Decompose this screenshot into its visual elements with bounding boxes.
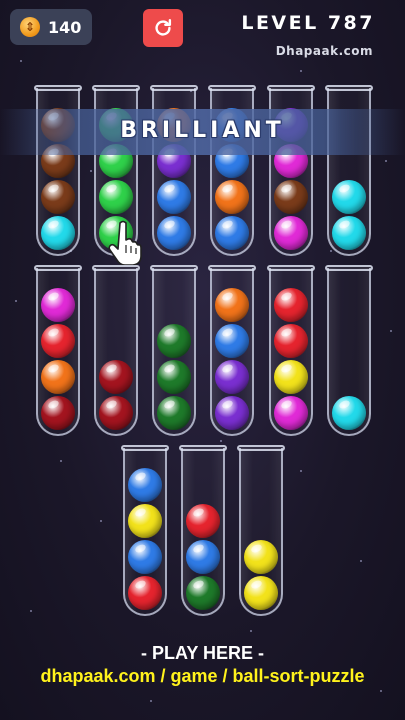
ball-yellow <box>128 504 162 538</box>
ball-blue <box>128 540 162 574</box>
ball-red <box>41 324 75 358</box>
star <box>20 60 22 62</box>
tube[interactable] <box>325 265 373 436</box>
tube-rim <box>237 445 285 451</box>
tube[interactable] <box>179 445 227 616</box>
ball-red <box>186 504 220 538</box>
tube[interactable] <box>208 265 256 436</box>
ball-darkred <box>41 396 75 430</box>
ball-orange <box>215 288 249 322</box>
tube[interactable] <box>237 445 285 616</box>
play-here-text: - PLAY HERE - <box>140 643 265 663</box>
star <box>300 470 302 472</box>
ball-blue <box>186 540 220 574</box>
tube-rim <box>150 265 198 271</box>
tube-rim <box>208 85 256 91</box>
tube-rim <box>121 445 169 451</box>
tube[interactable] <box>34 265 82 436</box>
star <box>100 520 102 522</box>
tube[interactable] <box>92 265 140 436</box>
tube-rim <box>34 85 82 91</box>
ball-cyan <box>332 180 366 214</box>
ball-darkgreen <box>186 576 220 610</box>
restart-icon <box>155 19 172 36</box>
tube-rim <box>325 85 373 91</box>
star <box>250 630 252 632</box>
tube[interactable] <box>150 265 198 436</box>
hand-pointer-icon <box>108 220 142 265</box>
ball-magenta <box>274 216 308 250</box>
star <box>300 70 302 72</box>
ball-cyan <box>41 216 75 250</box>
ball-darkred <box>99 396 133 430</box>
coin-icon: ⇕ <box>20 17 40 37</box>
star <box>390 330 392 332</box>
praise-text: BRILLIANT <box>120 118 285 143</box>
coin-counter: ⇕ 140 <box>10 9 92 45</box>
ball-blue <box>215 324 249 358</box>
tube-rim <box>325 265 373 271</box>
star <box>15 300 17 302</box>
ball-blue <box>157 216 191 250</box>
level-label: LEVEL 787 <box>241 12 375 34</box>
star <box>90 170 92 172</box>
star <box>330 250 332 252</box>
ball-red <box>128 576 162 610</box>
ball-darkgreen <box>157 396 191 430</box>
ball-blue <box>157 180 191 214</box>
ball-cyan <box>332 216 366 250</box>
star <box>30 610 32 612</box>
ball-green <box>99 180 133 214</box>
ball-red <box>274 288 308 322</box>
tube-rim <box>267 85 315 91</box>
ball-cyan <box>332 396 366 430</box>
restart-button[interactable] <box>143 9 183 47</box>
tube-rim <box>179 445 227 451</box>
star <box>60 460 62 462</box>
ball-orange <box>41 360 75 394</box>
tube[interactable] <box>267 265 315 436</box>
ball-yellow <box>244 540 278 574</box>
ball-red <box>274 324 308 358</box>
ball-darkgreen <box>157 324 191 358</box>
star <box>380 690 382 692</box>
tube-rim <box>150 85 198 91</box>
ball-yellow <box>274 360 308 394</box>
ball-brown <box>274 180 308 214</box>
tube[interactable] <box>121 445 169 616</box>
ball-darkgreen <box>157 360 191 394</box>
tube-rim <box>92 265 140 271</box>
tube-rim <box>92 85 140 91</box>
ball-magenta <box>41 288 75 322</box>
play-link[interactable]: dhapaak.com / game / ball-sort-puzzle <box>0 666 405 687</box>
ball-purple <box>215 360 249 394</box>
star <box>220 440 222 442</box>
tube-rim <box>34 265 82 271</box>
tube-rim <box>208 265 256 271</box>
ball-yellow <box>244 576 278 610</box>
star <box>360 560 362 562</box>
coin-count: 140 <box>48 17 82 37</box>
watermark-text: Dhapaak.com <box>275 44 373 58</box>
star <box>150 700 152 702</box>
star <box>385 160 387 162</box>
ball-blue <box>128 468 162 502</box>
ball-purple <box>215 396 249 430</box>
ball-brown <box>41 180 75 214</box>
ball-darkred <box>99 360 133 394</box>
ball-orange <box>215 180 249 214</box>
tube-rim <box>267 265 315 271</box>
ball-magenta <box>274 396 308 430</box>
ball-blue <box>215 216 249 250</box>
